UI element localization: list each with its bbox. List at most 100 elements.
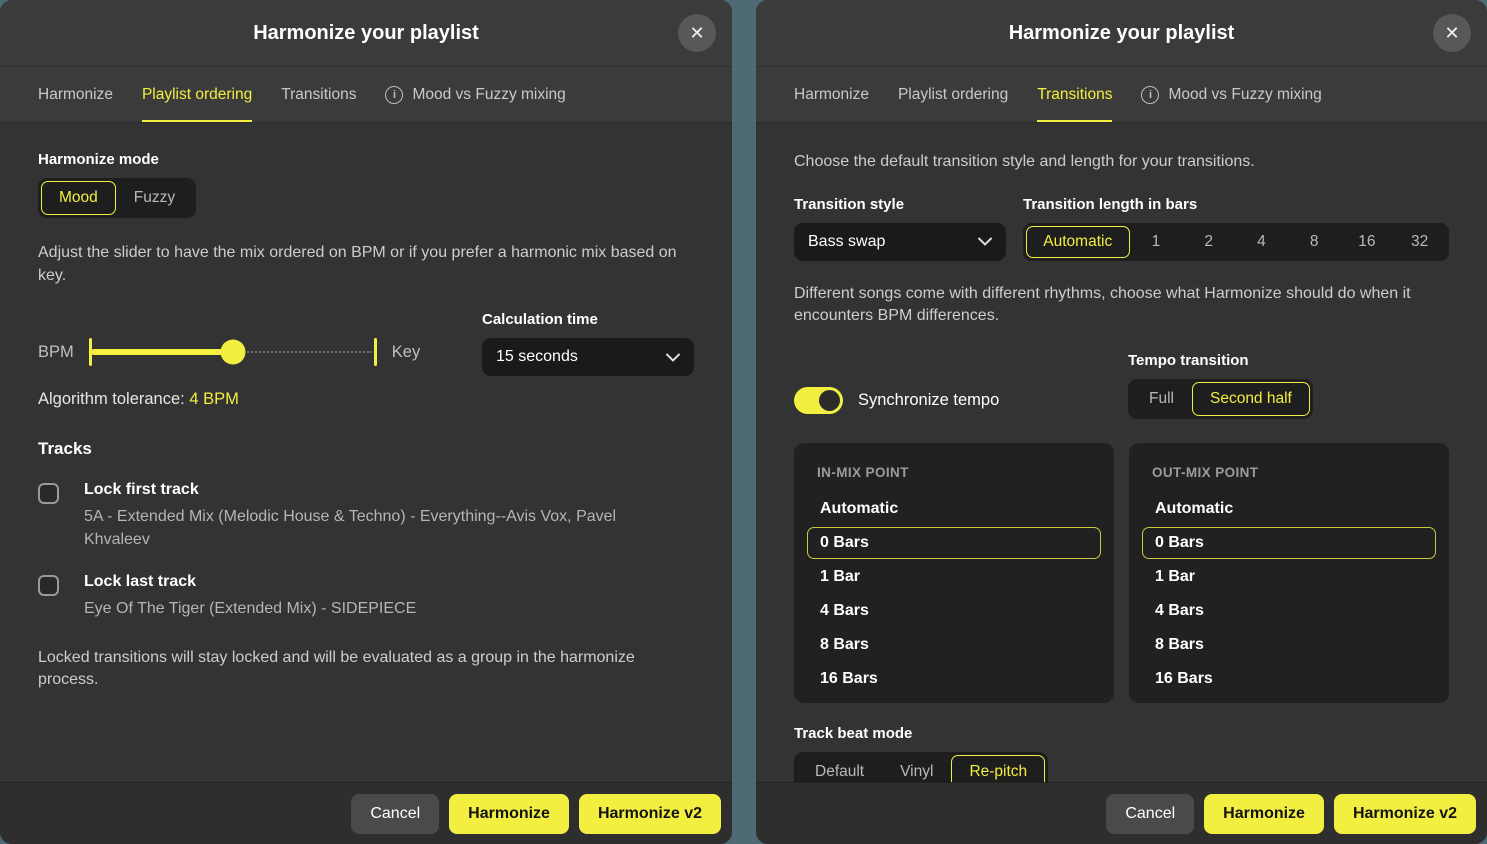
slider-and-calculation-row: BPM Key Calculation time 15 seconds [38, 311, 694, 376]
lock-first-track-label: Lock first track [84, 481, 649, 499]
lock-last-track-checkbox[interactable] [38, 575, 59, 596]
harmonize-dialog-playlist-ordering: Harmonize your playlist ✕ Harmonize Play… [0, 0, 732, 844]
length-option-1[interactable]: 1 [1130, 226, 1183, 258]
slider-handle[interactable] [220, 340, 245, 365]
tab-mood-vs-fuzzy-mixing[interactable]: i Mood vs Fuzzy mixing [1141, 67, 1321, 122]
beat-mode-option-re-pitch[interactable]: Re-pitch [951, 755, 1045, 782]
tab-label: Harmonize [794, 86, 869, 104]
harmonize-mode-label: Harmonize mode [38, 151, 694, 168]
dialog-footer: Cancel Harmonize Harmonize v2 [756, 782, 1487, 844]
tempo-row: Synchronize tempo Tempo transition Full … [794, 352, 1449, 419]
transition-length-group: Transition length in bars Automatic 1 2 … [1023, 196, 1449, 261]
cancel-button[interactable]: Cancel [351, 794, 439, 834]
bpm-key-slider[interactable] [89, 337, 377, 367]
out-mix-option-4-bars[interactable]: 4 Bars [1142, 595, 1436, 627]
transition-style-select[interactable]: Bass swap [794, 223, 1006, 261]
slider-key-label: Key [392, 343, 420, 362]
in-mix-option-automatic[interactable]: Automatic [807, 493, 1101, 525]
tab-harmonize[interactable]: Harmonize [38, 67, 113, 122]
track-beat-mode-label: Track beat mode [794, 725, 1449, 742]
length-option-32[interactable]: 32 [1393, 226, 1446, 258]
tab-bar: Harmonize Playlist ordering Transitions … [756, 66, 1487, 123]
transition-style-value: Bass swap [808, 233, 885, 251]
harmonize-v2-button[interactable]: Harmonize v2 [1334, 794, 1476, 834]
harmonize-button[interactable]: Harmonize [1204, 794, 1324, 834]
out-mix-option-8-bars[interactable]: 8 Bars [1142, 629, 1436, 661]
tab-playlist-ordering[interactable]: Playlist ordering [142, 67, 252, 122]
tab-playlist-ordering[interactable]: Playlist ordering [898, 67, 1008, 122]
locked-transitions-note: Locked transitions will stay locked and … [38, 647, 694, 692]
transition-style-group: Transition style Bass swap [794, 196, 1006, 261]
length-option-automatic[interactable]: Automatic [1026, 226, 1130, 258]
in-mix-option-8-bars[interactable]: 8 Bars [807, 629, 1101, 661]
track-beat-mode-group: Track beat mode Default Vinyl Re-pitch [794, 725, 1449, 782]
calculation-time-value: 15 seconds [496, 348, 578, 366]
slider-dotted-remainder [236, 351, 372, 353]
transition-length-segmented-control: Automatic 1 2 4 8 16 32 [1023, 223, 1449, 261]
tempo-option-second-half[interactable]: Second half [1192, 382, 1310, 416]
harmonize-dialog-transitions: Harmonize your playlist ✕ Harmonize Play… [756, 0, 1487, 844]
harmonize-v2-button[interactable]: Harmonize v2 [579, 794, 721, 834]
length-option-2[interactable]: 2 [1182, 226, 1235, 258]
tab-bar: Harmonize Playlist ordering Transitions … [0, 66, 732, 123]
calculation-time-select[interactable]: 15 seconds [482, 338, 694, 376]
tempo-option-full[interactable]: Full [1131, 382, 1192, 416]
out-mix-option-16-bars[interactable]: 16 Bars [1142, 663, 1436, 695]
dialog-title: Harmonize your playlist [253, 22, 479, 45]
out-mix-option-automatic[interactable]: Automatic [1142, 493, 1436, 525]
track-beat-mode-segmented-control: Default Vinyl Re-pitch [794, 752, 1048, 782]
out-mix-option-1-bar[interactable]: 1 Bar [1142, 561, 1436, 593]
tab-label: Playlist ordering [142, 86, 252, 104]
lock-first-track-item: Lock first track 5A - Extended Mix (Melo… [38, 481, 694, 551]
lock-last-track-item: Lock last track Eye Of The Tiger (Extend… [38, 573, 694, 620]
in-mix-option-1-bar[interactable]: 1 Bar [807, 561, 1101, 593]
first-track-description: 5A - Extended Mix (Melodic House & Techn… [84, 506, 649, 551]
tab-label: Harmonize [38, 86, 113, 104]
slider-fill [91, 349, 235, 355]
harmonize-button[interactable]: Harmonize [449, 794, 569, 834]
style-and-length-row: Transition style Bass swap Transition le… [794, 196, 1449, 261]
info-icon: i [1141, 86, 1159, 104]
bpm-differences-note: Different songs come with different rhyt… [794, 283, 1449, 328]
in-mix-option-4-bars[interactable]: 4 Bars [807, 595, 1101, 627]
mode-option-mood[interactable]: Mood [41, 181, 116, 215]
in-mix-point-panel: IN-MIX POINT Automatic 0 Bars 1 Bar 4 Ba… [794, 443, 1114, 703]
dialog-title: Harmonize your playlist [1009, 22, 1235, 45]
in-mix-option-16-bars[interactable]: 16 Bars [807, 663, 1101, 695]
mode-option-fuzzy[interactable]: Fuzzy [116, 181, 193, 215]
length-option-8[interactable]: 8 [1288, 226, 1341, 258]
close-button[interactable]: ✕ [678, 14, 716, 52]
tab-label: Mood vs Fuzzy mixing [412, 86, 565, 104]
algorithm-tolerance: Algorithm tolerance: 4 BPM [38, 390, 694, 409]
out-mix-option-0-bars[interactable]: 0 Bars [1142, 527, 1436, 559]
tab-label: Transitions [1037, 86, 1112, 104]
tempo-transition-label: Tempo transition [1128, 352, 1449, 369]
calculation-time-group: Calculation time 15 seconds [482, 311, 694, 376]
out-mix-point-panel: OUT-MIX POINT Automatic 0 Bars 1 Bar 4 B… [1129, 443, 1449, 703]
tab-transitions[interactable]: Transitions [281, 67, 356, 122]
in-mix-option-0-bars[interactable]: 0 Bars [807, 527, 1101, 559]
close-button[interactable]: ✕ [1433, 14, 1471, 52]
length-option-16[interactable]: 16 [1341, 226, 1394, 258]
tolerance-label: Algorithm tolerance: [38, 390, 185, 408]
dialog-body: Choose the default transition style and … [756, 123, 1487, 782]
transitions-intro: Choose the default transition style and … [794, 151, 1449, 174]
synchronize-tempo-toggle[interactable] [794, 387, 843, 414]
tolerance-value: 4 BPM [189, 390, 239, 408]
length-option-4[interactable]: 4 [1235, 226, 1288, 258]
tab-mood-vs-fuzzy-mixing[interactable]: i Mood vs Fuzzy mixing [385, 67, 565, 122]
beat-mode-option-default[interactable]: Default [797, 755, 882, 782]
tab-harmonize[interactable]: Harmonize [794, 67, 869, 122]
dialog-header: Harmonize your playlist ✕ [0, 0, 732, 66]
lock-last-track-label: Lock last track [84, 573, 416, 591]
tab-label: Mood vs Fuzzy mixing [1168, 86, 1321, 104]
bpm-key-slider-group: BPM Key [38, 337, 420, 367]
beat-mode-option-vinyl[interactable]: Vinyl [882, 755, 951, 782]
toggle-knob [819, 390, 840, 411]
tab-transitions[interactable]: Transitions [1037, 67, 1112, 122]
last-track-description: Eye Of The Tiger (Extended Mix) - SIDEPI… [84, 598, 416, 620]
tab-label: Playlist ordering [898, 86, 1008, 104]
transition-style-label: Transition style [794, 196, 1006, 213]
lock-first-track-checkbox[interactable] [38, 483, 59, 504]
cancel-button[interactable]: Cancel [1106, 794, 1194, 834]
